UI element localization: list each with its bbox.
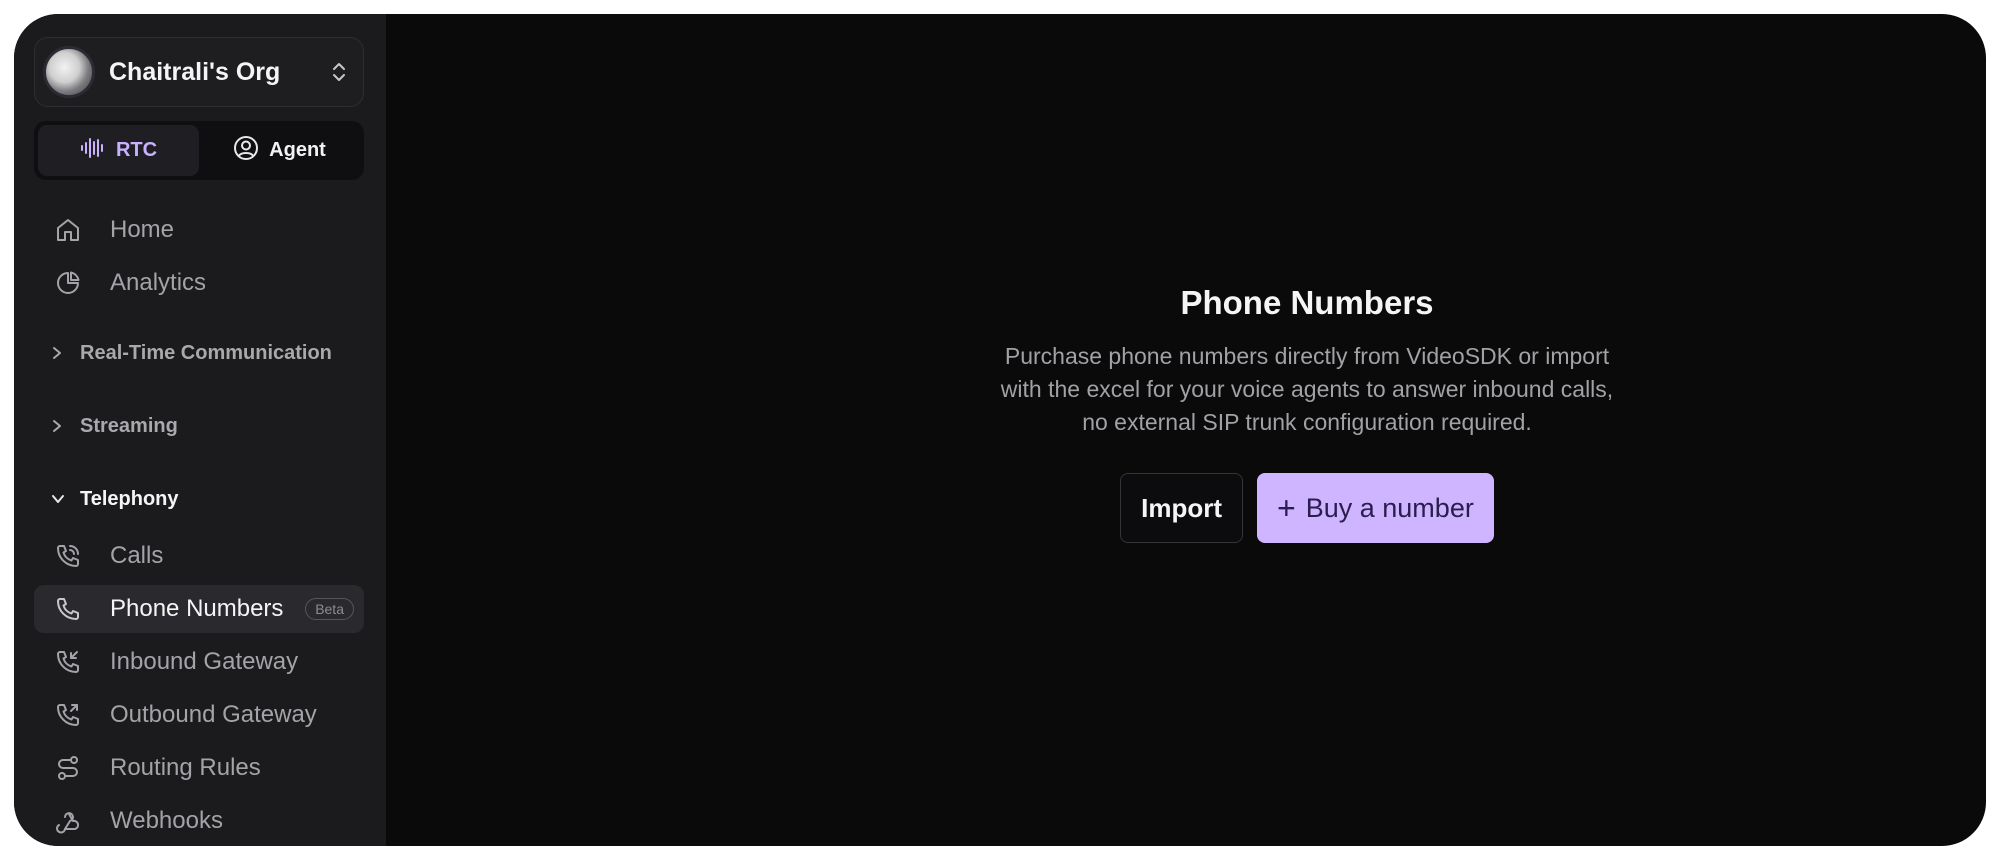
- phone-icon: [54, 595, 82, 623]
- nav-item-label: Outbound Gateway: [110, 701, 317, 728]
- mode-toggle: RTC Agent: [34, 121, 364, 180]
- description-line: Purchase phone numbers directly from Vid…: [1004, 343, 1610, 369]
- nav-item-label: Home: [110, 216, 175, 243]
- nav-item-calls[interactable]: Calls: [34, 532, 364, 580]
- buy-number-button[interactable]: + Buy a number: [1257, 473, 1494, 543]
- nav-item-label: Analytics: [110, 269, 207, 296]
- section-label: Real-Time Communication: [80, 341, 332, 364]
- nav-item-analytics[interactable]: Analytics: [34, 259, 364, 307]
- section-real-time-communication[interactable]: Real-Time Communication: [34, 333, 364, 373]
- route-icon: [54, 754, 82, 782]
- mode-agent-label: Agent: [269, 139, 326, 161]
- section-streaming[interactable]: Streaming: [34, 406, 364, 446]
- main-content: Phone Numbers Purchase phone numbers dir…: [386, 14, 1986, 846]
- phone-incoming-icon: [54, 648, 82, 676]
- import-button[interactable]: Import: [1120, 473, 1244, 543]
- nav-item-home[interactable]: Home: [34, 206, 364, 254]
- nav-item-label: Webhooks: [110, 807, 223, 834]
- chevron-right-icon: [50, 345, 68, 361]
- section-label: Streaming: [80, 414, 178, 437]
- app-window: Chaitrali's Org RTC Agent Home Analytics…: [14, 14, 1986, 846]
- mode-rtc-button[interactable]: RTC: [38, 125, 199, 176]
- nav-item-inbound-gateway[interactable]: Inbound Gateway: [34, 638, 364, 686]
- section-telephony[interactable]: Telephony: [34, 479, 364, 519]
- nav-item-label: Inbound Gateway: [110, 648, 299, 675]
- audio-wave-icon: [80, 137, 106, 165]
- user-circle-icon: [233, 135, 259, 167]
- org-name: Chaitrali's Org: [109, 57, 281, 86]
- home-icon: [54, 216, 82, 244]
- webhook-icon: [54, 807, 82, 835]
- nav-item-label: Routing Rules: [110, 754, 261, 781]
- description-line: with the excel for your voice agents to …: [1000, 376, 1614, 402]
- sidebar: Chaitrali's Org RTC Agent Home Analytics…: [14, 14, 386, 846]
- mode-rtc-label: RTC: [115, 139, 158, 161]
- plus-icon: +: [1277, 490, 1296, 526]
- buy-number-label: Buy a number: [1305, 492, 1474, 523]
- chevron-down-icon: [50, 492, 68, 506]
- page-description: Purchase phone numbers directly from Vid…: [957, 340, 1657, 439]
- section-label: Telephony: [80, 487, 179, 510]
- mode-agent-button[interactable]: Agent: [199, 125, 360, 176]
- nav-item-label: Phone Numbers: [110, 595, 284, 622]
- description-line: no external SIP trunk configuration requ…: [1082, 409, 1532, 435]
- empty-state-actions: Import + Buy a number: [1120, 473, 1494, 543]
- org-avatar: [43, 46, 95, 98]
- pie-chart-icon: [54, 269, 82, 297]
- beta-badge: Beta: [305, 598, 354, 620]
- empty-state: Phone Numbers Purchase phone numbers dir…: [507, 284, 1986, 543]
- nav-item-routing-rules[interactable]: Routing Rules: [34, 744, 364, 792]
- phone-outgoing-icon: [54, 701, 82, 729]
- nav-item-label: Calls: [110, 542, 164, 569]
- page-title: Phone Numbers: [1180, 284, 1434, 321]
- chevron-up-down-icon: [329, 60, 349, 84]
- chevron-right-icon: [50, 418, 68, 434]
- nav-item-outbound-gateway[interactable]: Outbound Gateway: [34, 691, 364, 739]
- org-switcher[interactable]: Chaitrali's Org: [34, 37, 364, 107]
- phone-call-icon: [54, 542, 82, 570]
- nav-item-webhooks[interactable]: Webhooks: [34, 797, 364, 845]
- nav-item-phone-numbers[interactable]: Phone Numbers Beta: [34, 585, 364, 633]
